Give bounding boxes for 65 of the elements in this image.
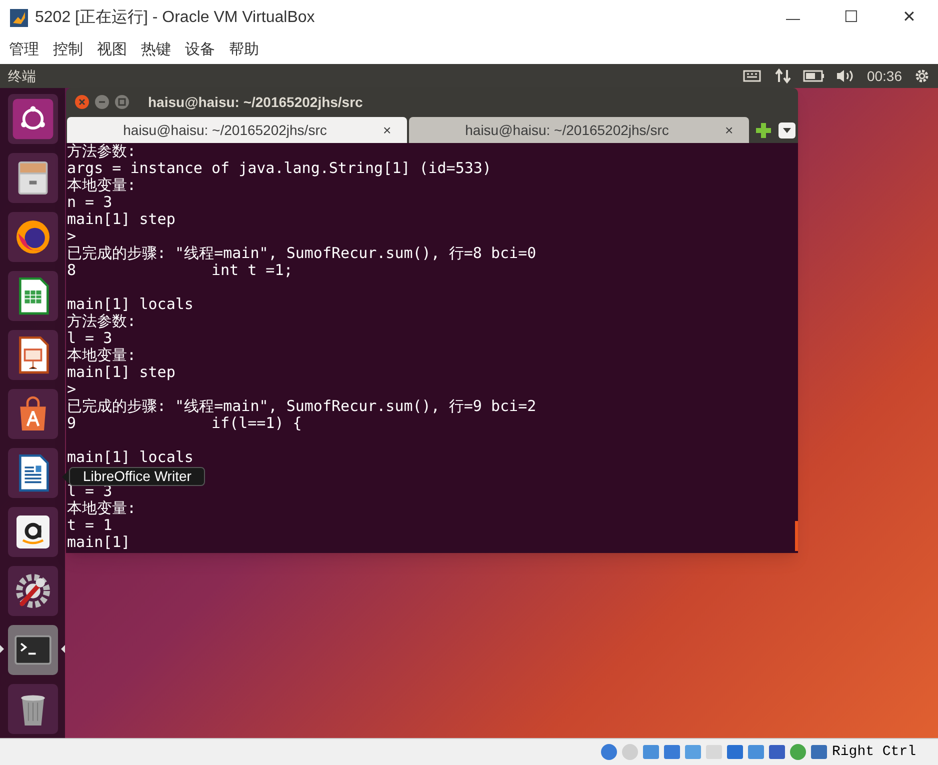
terminal-line: n = 3 [67,194,112,211]
browser-globe-icon[interactable] [8,212,58,262]
terminal-line: 本地变量: [67,500,136,517]
terminal-line: > [67,381,76,398]
tab-label: haisu@haisu: ~/20165202jhs/src [464,120,670,140]
settings-icon[interactable] [914,68,930,84]
menu-item[interactable]: 帮助 [222,38,266,62]
keyboard-icon[interactable] [742,69,761,83]
tab-label: haisu@haisu: ~/20165202jhs/src [122,120,328,140]
scrollbar[interactable] [795,521,798,551]
terminal-line: 本地变量: [67,177,136,194]
minimize-button[interactable]: — [764,0,822,36]
tooltip: LibreOffice Writer [69,467,206,486]
tab-close-button[interactable]: × [383,120,407,140]
terminal-line: 8 int t =1; [67,262,293,279]
terminal-line: l = 3 [67,330,112,347]
terminal-line: main[1] [67,534,130,551]
app-name: 终端 [8,66,36,86]
battery-icon[interactable] [802,70,825,82]
file-cabinet-icon[interactable] [8,152,58,202]
terminal-line: args = instance of java.lang.String[1] (id=533) [67,160,492,177]
terminal-icon[interactable] [8,624,58,674]
terminal-line: main[1] step [67,364,176,381]
terminal-line: 已完成的步骤: "线程=main", SumofRecur.sum(), 行=8 bci=0 [67,245,536,262]
terminal-title: haisu@haisu: ~/20165202jhs/src [148,92,363,112]
terminal-line: t = 1 [67,517,112,534]
trash-icon[interactable] [8,684,58,734]
ubuntu-logo-icon[interactable] [8,94,58,144]
minimize-button[interactable] [94,94,110,110]
document-icon[interactable] [8,448,58,498]
tab-close-button[interactable]: × [725,120,749,140]
menu-item[interactable]: 控制 [46,38,90,62]
maximize-button[interactable]: ☐ [822,0,880,36]
window-title: 5202 [正在运行] - Oracle VM VirtualBox [35,8,315,28]
shopping-bag-icon[interactable] [8,388,58,438]
new-tab-icon[interactable] [755,122,772,139]
terminal-line: main[1] locals [67,449,194,466]
gear-wrench-icon[interactable] [8,566,58,616]
terminal-line: 方法参数: [67,313,136,330]
host-key-label: Right Ctrl [832,742,916,762]
terminal-line: > [67,228,76,245]
terminal-line: main[1] step [67,211,176,228]
spreadsheet-icon[interactable] [8,270,58,320]
focus-indicator [61,645,65,653]
menu-item[interactable]: 热键 [134,38,178,62]
terminal-tab[interactable]: haisu@haisu: ~/20165202jhs/src × [67,117,407,143]
menu-item[interactable]: 设备 [178,38,222,62]
terminal-line: 9 if(l==1) { [67,415,302,432]
clock[interactable]: 00:36 [866,66,902,86]
dropdown-icon[interactable] [778,122,796,139]
terminal-line: 方法参数: [67,143,136,160]
menu-item[interactable]: 视图 [90,38,134,62]
presentation-icon[interactable] [8,330,58,380]
terminal-line: 本地变量: [67,347,136,364]
app-icon [9,8,29,28]
letter-a-icon[interactable] [8,506,58,556]
close-button[interactable] [74,94,90,110]
terminal-line: 已完成的步骤: "线程=main", SumofRecur.sum(), 行=9 bci=2 [67,398,536,415]
terminal-tab[interactable]: haisu@haisu: ~/20165202jhs/src × [409,117,749,143]
menu-item[interactable]: 管理 [2,38,46,62]
terminal-line: main[1] locals [67,296,194,313]
running-indicator [0,645,4,653]
maximize-button[interactable] [114,94,130,110]
close-button[interactable]: ✕ [880,0,938,36]
volume-icon[interactable] [834,68,855,84]
